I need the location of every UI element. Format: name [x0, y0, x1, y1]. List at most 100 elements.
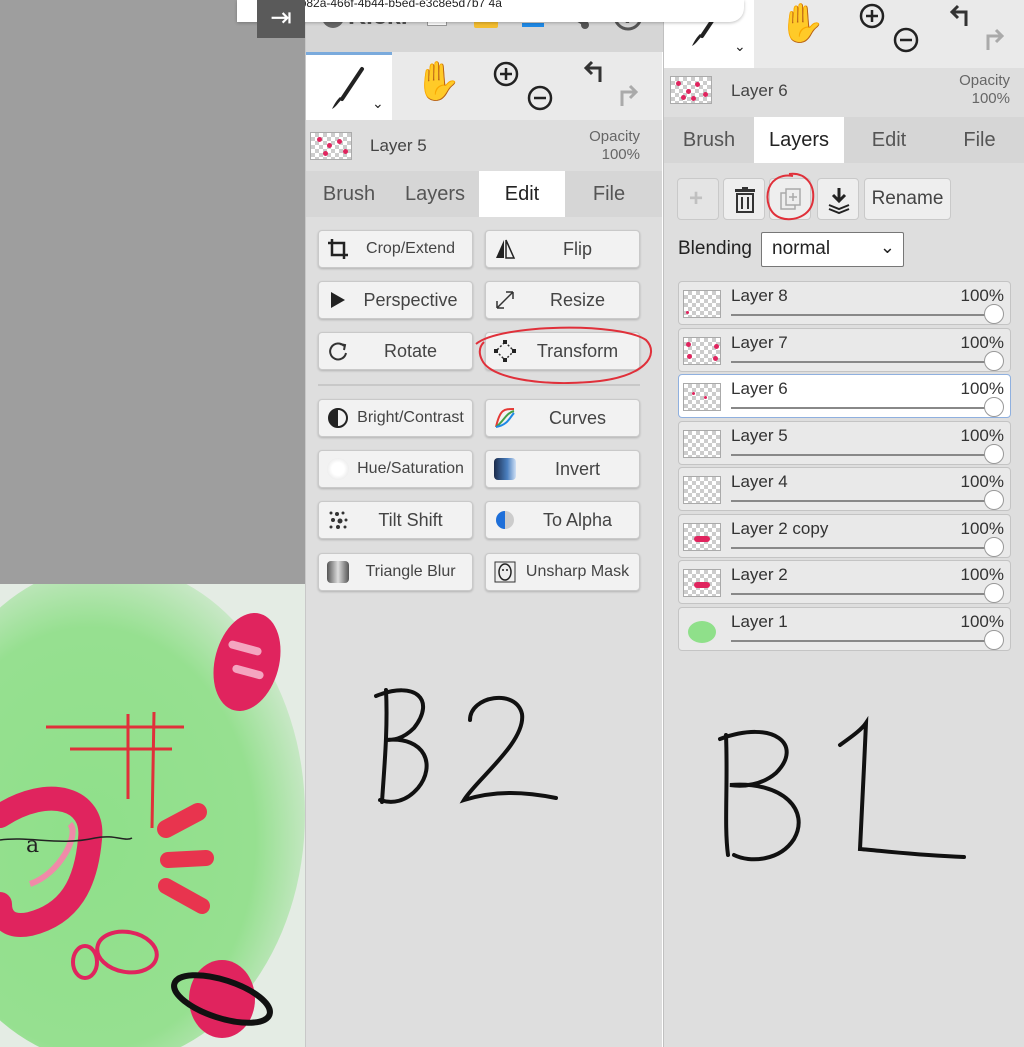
- layer-opacity-slider-track[interactable]: [731, 454, 996, 456]
- layer-list-item[interactable]: Layer 4 100%: [678, 467, 1011, 511]
- layer-list-item[interactable]: Layer 1 100%: [678, 607, 1011, 651]
- perspective-button[interactable]: Perspective: [318, 281, 473, 319]
- layer-opacity-slider-handle[interactable]: [984, 583, 1004, 603]
- layer-list-item-selected[interactable]: Layer 6 100%: [678, 374, 1011, 418]
- flip-label: Flip: [562, 239, 592, 259]
- layer-thumbnail: [683, 430, 721, 458]
- bright-contrast-button[interactable]: Bright/Contrast: [318, 399, 473, 437]
- tab-edit[interactable]: Edit: [479, 171, 565, 217]
- to-alpha-label: To Alpha: [542, 510, 613, 530]
- layer-thumbnail: [683, 383, 721, 411]
- zoom-in-icon[interactable]: [858, 2, 886, 30]
- add-layer-button[interactable]: +: [677, 178, 719, 220]
- opacity-label: Opacity: [589, 128, 640, 145]
- blending-mode-select[interactable]: normal ⌄: [761, 232, 904, 267]
- zoom-out-icon[interactable]: [892, 26, 920, 54]
- layer-opacity-slider-track[interactable]: [731, 500, 996, 502]
- zoom-in-icon[interactable]: [492, 60, 520, 88]
- tilt-shift-button[interactable]: Tilt Shift: [318, 501, 473, 539]
- zoom-out-icon[interactable]: [526, 84, 554, 112]
- b1-hand-tool-button[interactable]: ✋: [754, 0, 844, 68]
- hue-icon: [327, 458, 349, 480]
- perspective-label: Perspective: [363, 290, 458, 310]
- curves-button[interactable]: Curves: [485, 399, 640, 437]
- layer-opacity-slider-handle[interactable]: [984, 444, 1004, 464]
- invert-button[interactable]: Invert: [485, 450, 640, 488]
- layer-name: Layer 7: [731, 333, 788, 352]
- layer-name: Layer 1: [731, 612, 788, 631]
- merge-down-button[interactable]: [817, 178, 859, 220]
- layer-opacity-slider-handle[interactable]: [984, 630, 1004, 650]
- b1-zoom-buttons[interactable]: [844, 0, 934, 68]
- invert-label: Invert: [554, 459, 601, 479]
- tab-brush[interactable]: Brush: [306, 171, 392, 217]
- layer-opacity-slider-handle[interactable]: [984, 537, 1004, 557]
- curves-label: Curves: [548, 408, 606, 428]
- rotate-button[interactable]: Rotate: [318, 332, 473, 370]
- layer-list-item[interactable]: Layer 8 100%: [678, 281, 1011, 325]
- tab-file[interactable]: File: [934, 117, 1024, 163]
- layer-opacity-slider-track[interactable]: [731, 593, 996, 595]
- triangle-blur-button[interactable]: Triangle Blur: [318, 553, 473, 591]
- drawing-canvas[interactable]: a: [0, 584, 305, 1047]
- layer-opacity-slider-handle[interactable]: [984, 351, 1004, 371]
- exit-fullscreen-button[interactable]: ⇥: [257, 0, 305, 38]
- layer-thumbnail: [683, 569, 721, 597]
- opacity-readout: Opacity 100%: [589, 128, 640, 164]
- opacity-value: 100%: [971, 90, 1010, 107]
- layer-opacity-slider-track[interactable]: [731, 314, 996, 316]
- tab-brush[interactable]: Brush: [664, 117, 754, 163]
- rename-layer-button[interactable]: Rename: [864, 178, 951, 220]
- layer-opacity-slider-track[interactable]: [731, 547, 996, 549]
- flip-button[interactable]: Flip: [485, 230, 640, 268]
- undo-redo-buttons[interactable]: [568, 52, 663, 120]
- tab-file[interactable]: File: [566, 171, 652, 217]
- curves-icon: [495, 408, 515, 428]
- layer-list-item[interactable]: Layer 7 100%: [678, 328, 1011, 372]
- redo-icon[interactable]: [612, 82, 642, 110]
- invert-icon: [494, 458, 516, 480]
- layer-opacity-slider-track[interactable]: [731, 640, 996, 642]
- tilt-shift-icon: [329, 511, 348, 529]
- zoom-buttons[interactable]: [480, 52, 568, 120]
- layer-thumbnail: [683, 523, 721, 551]
- layer-thumbnail: [683, 290, 721, 318]
- to-alpha-button[interactable]: To Alpha: [485, 501, 640, 539]
- undo-icon[interactable]: [946, 2, 976, 30]
- crop-extend-label: Crop/Extend: [366, 240, 455, 257]
- trash-icon: [735, 187, 755, 213]
- brush-dropdown-chevron-icon[interactable]: ⌄: [734, 38, 746, 55]
- redo-icon[interactable]: [978, 26, 1008, 54]
- current-layer-name: Layer 5: [370, 136, 427, 155]
- tab-layers[interactable]: Layers: [392, 171, 478, 217]
- layer-opacity-slider-handle[interactable]: [984, 490, 1004, 510]
- delete-layer-button[interactable]: [723, 178, 765, 220]
- layer-opacity-slider-track[interactable]: [731, 407, 996, 409]
- layer-opacity: 100%: [960, 286, 1004, 305]
- layer-list-item[interactable]: Layer 2 copy 100%: [678, 514, 1011, 558]
- layer-opacity-slider-handle[interactable]: [984, 397, 1004, 417]
- b2-tab-bar: Brush Layers Edit File: [306, 171, 662, 217]
- b1-undo-redo-buttons[interactable]: [934, 0, 1024, 68]
- hand-tool-button[interactable]: ✋: [392, 52, 480, 120]
- hue-saturation-button[interactable]: Hue/Saturation: [318, 450, 473, 488]
- layer-opacity-slider-track[interactable]: [731, 361, 996, 363]
- layer-name: Layer 6: [731, 379, 788, 398]
- resize-button[interactable]: Resize: [485, 281, 640, 319]
- tab-edit[interactable]: Edit: [844, 117, 934, 163]
- layer-name: Layer 5: [731, 426, 788, 445]
- duplicate-highlight-annotation: [766, 172, 815, 221]
- unsharp-mask-button[interactable]: Unsharp Mask: [485, 553, 640, 591]
- tab-layers[interactable]: Layers: [754, 117, 844, 163]
- brush-tool-button[interactable]: ⌄: [306, 52, 392, 120]
- crop-extend-button[interactable]: Crop/Extend: [318, 230, 473, 268]
- layer-list-item[interactable]: Layer 5 100%: [678, 421, 1011, 465]
- layer-list-item[interactable]: Layer 2 100%: [678, 560, 1011, 604]
- canvas-artwork: a: [0, 584, 305, 1047]
- undo-icon[interactable]: [580, 58, 610, 86]
- layer-name: Layer 8: [731, 286, 788, 305]
- brush-dropdown-chevron-icon[interactable]: ⌄: [372, 95, 384, 112]
- notification-text: 96b9b82a-466f-4b44-b5ed-e3c8e5d7b7 4a: [273, 0, 502, 10]
- layer-opacity-slider-handle[interactable]: [984, 304, 1004, 324]
- rotate-label: Rotate: [383, 341, 438, 361]
